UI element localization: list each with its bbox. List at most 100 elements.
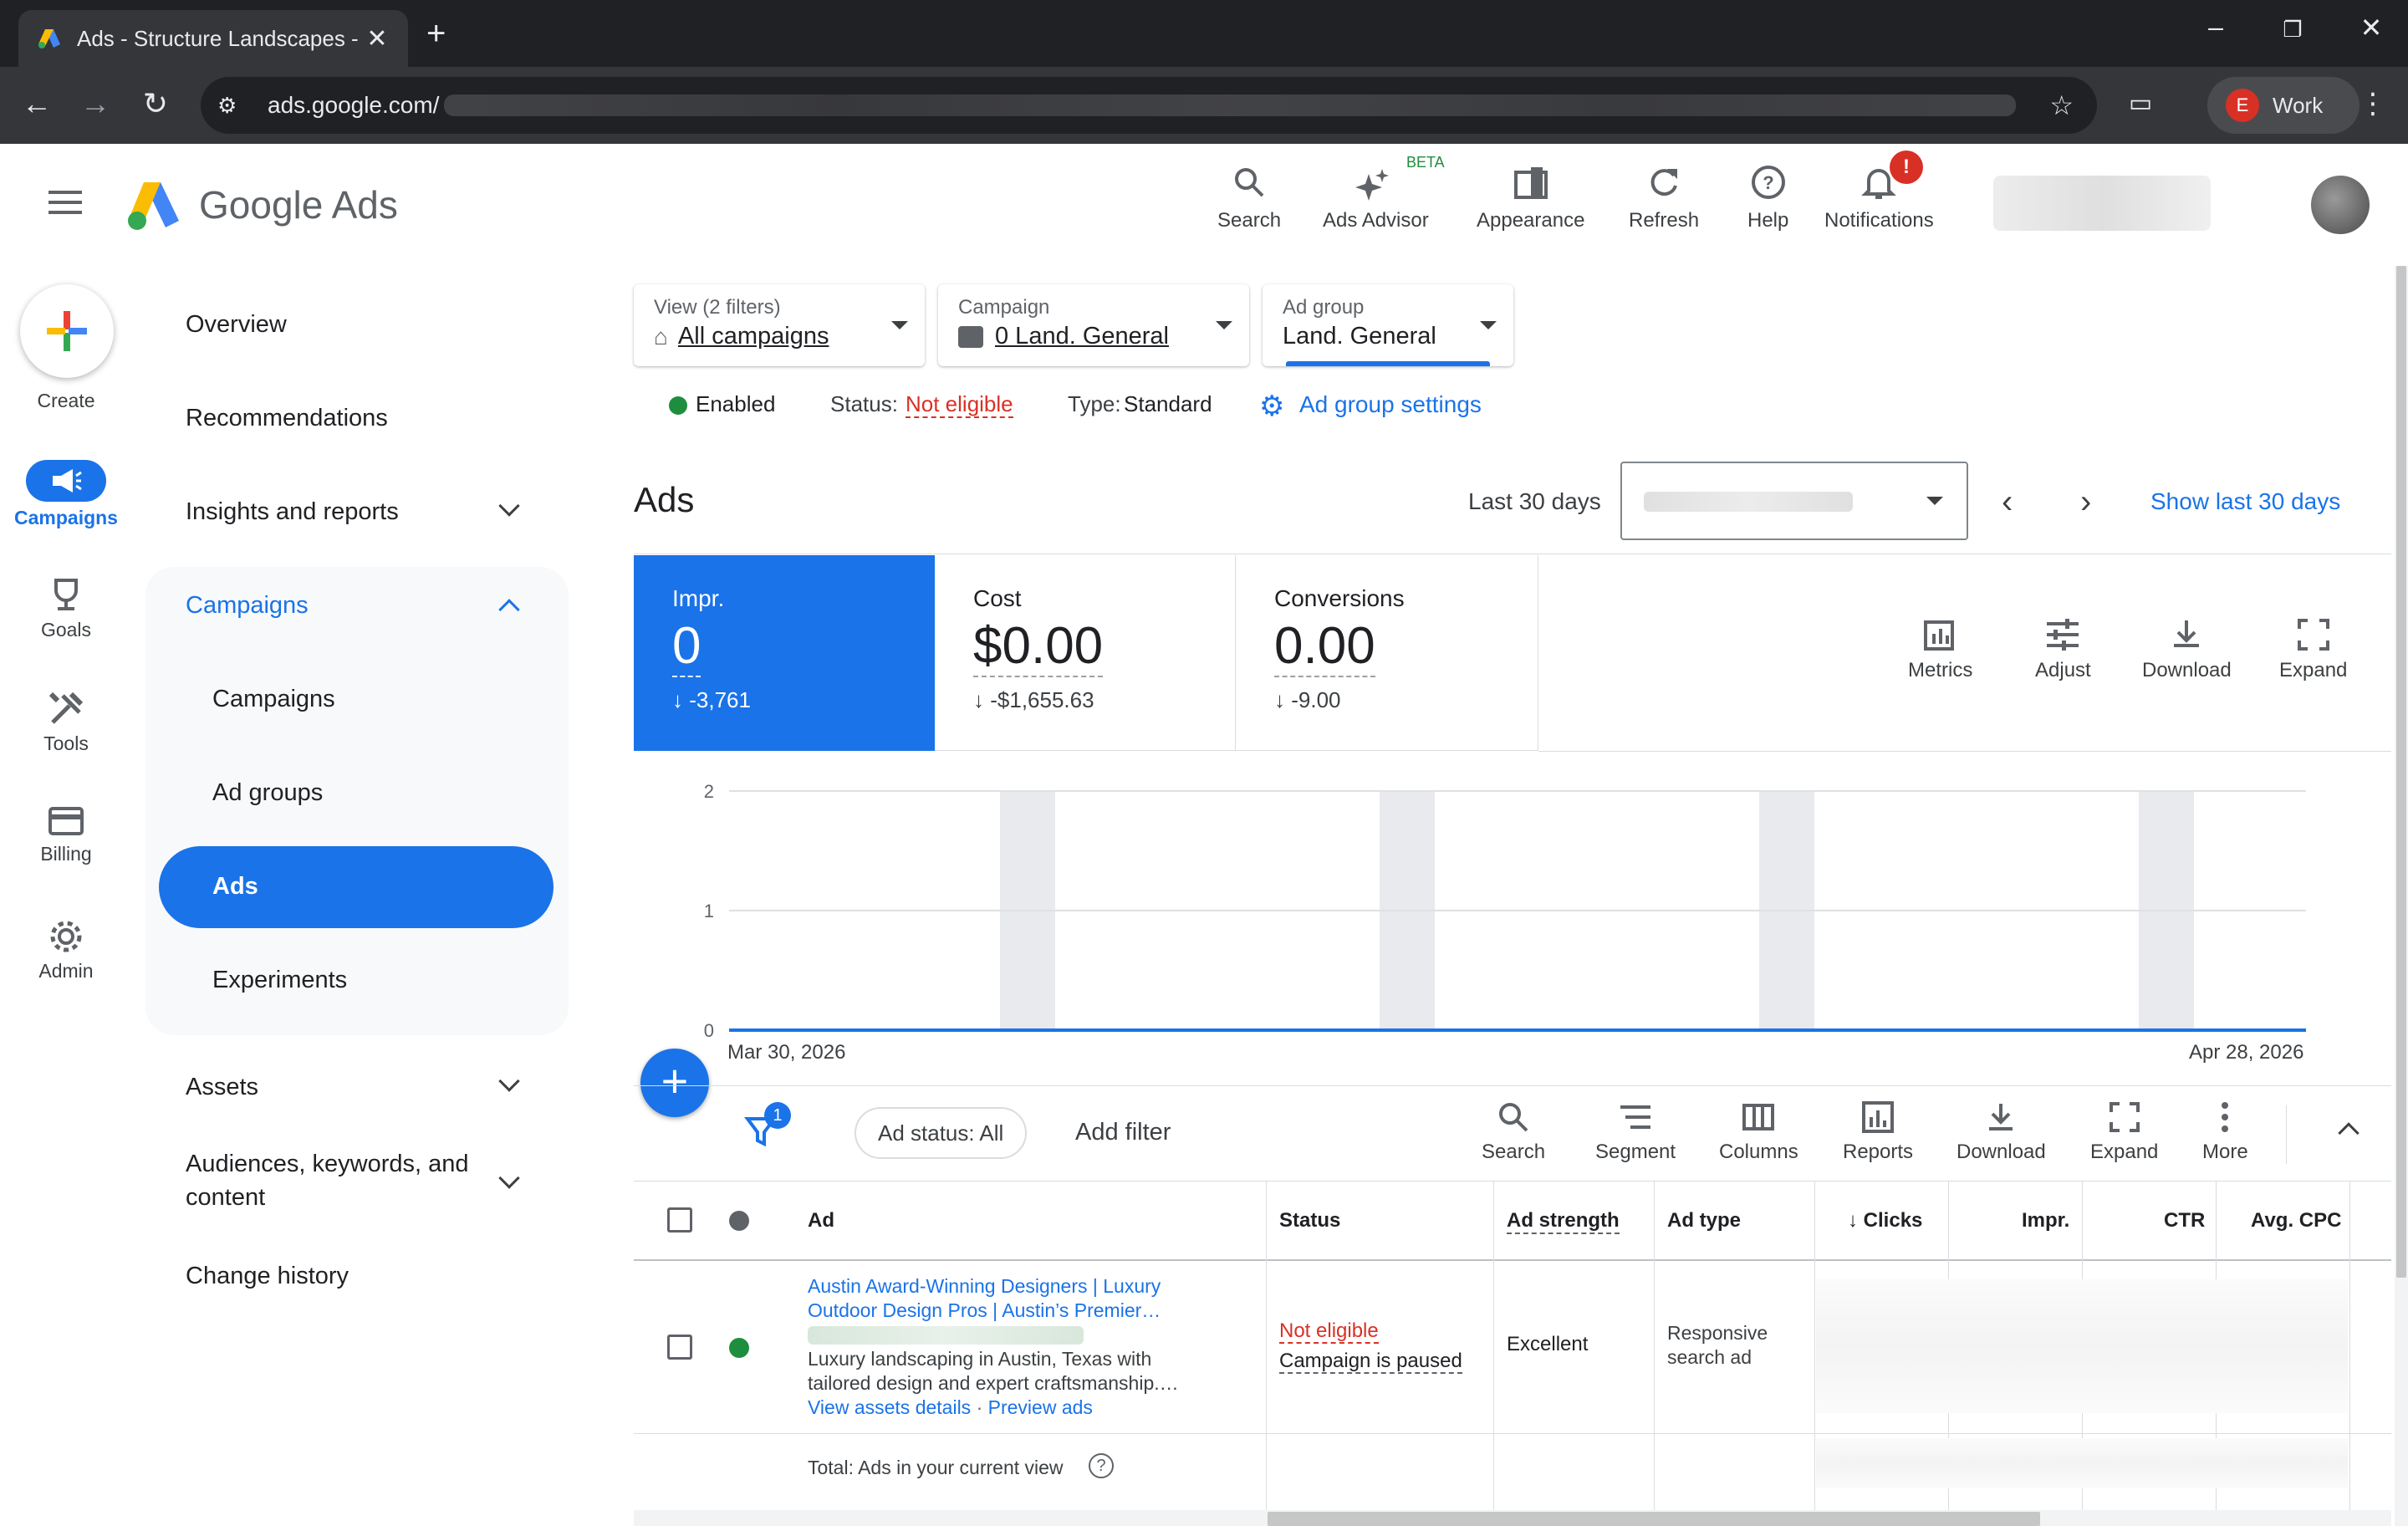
chevron-down-icon[interactable]	[498, 495, 520, 517]
status-value[interactable]: Not eligible	[906, 391, 1013, 418]
header-ad[interactable]: Ad	[808, 1209, 834, 1233]
ad-headline-line2[interactable]: Outdoor Design Pros | Austin’s Premier…	[808, 1299, 1179, 1323]
google-ads-favicon-icon	[38, 29, 60, 48]
select-all-checkbox[interactable]	[667, 1207, 692, 1233]
back-icon[interactable]: ←	[17, 84, 57, 124]
address-bar[interactable]: ⚙ ads.google.com/ ☆	[201, 77, 2097, 134]
profile-button[interactable]: E Work	[2207, 77, 2360, 134]
chart-expand-button[interactable]: Expand	[2279, 617, 2347, 682]
rail-goals[interactable]: Goals	[0, 577, 132, 641]
rail-admin[interactable]: Admin	[0, 918, 132, 982]
nav-ads[interactable]: Ads	[212, 873, 258, 901]
tab-close-icon[interactable]: ✕	[365, 24, 390, 54]
chart-y-tick-label: 1	[704, 901, 714, 921]
row-checkbox[interactable]	[667, 1335, 692, 1360]
appearance-label: Appearance	[1477, 209, 1585, 232]
scorecard-conversions[interactable]: Conversions 0.00 ↓ -9.00	[1236, 555, 1538, 751]
view-label: View (2 filters)	[654, 296, 781, 319]
chevron-down-icon[interactable]	[498, 1167, 520, 1189]
rail-billing[interactable]: Billing	[0, 804, 132, 865]
total-help-icon[interactable]: ?	[1089, 1453, 1114, 1478]
browser-menu-icon[interactable]: ⋮	[2353, 84, 2393, 124]
show-last-30-days-link[interactable]: Show last 30 days	[2150, 488, 2340, 515]
header-avg-cpc[interactable]: Avg. CPC	[2251, 1209, 2341, 1233]
nav-campaigns-section[interactable]: Campaigns	[186, 592, 309, 620]
collapse-chevron-icon[interactable]	[2338, 1122, 2360, 1144]
refresh-button[interactable]: Refresh	[1629, 157, 1699, 232]
adgroup-label: Ad group	[1283, 296, 1365, 319]
menu-icon[interactable]	[48, 191, 82, 221]
next-period-icon[interactable]: ›	[2080, 483, 2091, 521]
vertical-scrollbar-thumb[interactable]	[2396, 266, 2406, 1278]
nav-recommendations[interactable]: Recommendations	[186, 405, 388, 432]
chart-metrics-button[interactable]: Metrics	[1908, 617, 1972, 682]
table-expand-button[interactable]: Expand	[2090, 1100, 2158, 1164]
nav-campaigns[interactable]: Campaigns	[212, 686, 335, 713]
account-avatar[interactable]	[2311, 176, 2370, 234]
appearance-button[interactable]: Appearance	[1477, 157, 1584, 232]
cast-icon[interactable]: ▭	[2120, 84, 2161, 124]
nav-audiences-cont[interactable]: content	[186, 1184, 265, 1212]
nav-change-history[interactable]: Change history	[186, 1263, 349, 1290]
adgroup-active-indicator	[1286, 361, 1490, 366]
reports-button[interactable]: Reports	[1843, 1100, 1913, 1164]
ad-status-filter-chip[interactable]: Ad status: All	[855, 1107, 1028, 1159]
rail-campaigns[interactable]: Campaigns	[0, 460, 132, 529]
table-download-button[interactable]: Download	[1956, 1100, 2046, 1164]
preview-ads-link[interactable]: Preview ads	[988, 1396, 1093, 1418]
rail-tools[interactable]: Tools	[0, 691, 132, 755]
row-status-campaign-paused[interactable]: Campaign is paused	[1279, 1350, 1462, 1374]
view-selector[interactable]: View (2 filters) ⌂ All campaigns	[634, 284, 925, 366]
scorecard-impressions[interactable]: Impr. 0 ↓ -3,761	[634, 555, 935, 751]
segment-button[interactable]: Segment	[1595, 1100, 1676, 1164]
restore-icon[interactable]: ❐	[2276, 17, 2309, 43]
new-tab-icon[interactable]: +	[426, 13, 446, 54]
header-ad-strength[interactable]: Ad strength	[1507, 1209, 1620, 1234]
window-close-icon[interactable]: ✕	[2354, 12, 2388, 43]
scorecard-impressions-value: 0	[672, 617, 701, 677]
columns-button[interactable]: Columns	[1719, 1100, 1798, 1164]
metrics-icon	[1923, 620, 1954, 651]
nav-overview[interactable]: Overview	[186, 311, 287, 339]
prev-period-icon[interactable]: ‹	[2002, 483, 2013, 521]
more-button[interactable]: More	[2202, 1100, 2248, 1164]
header-ctr[interactable]: CTR	[2164, 1209, 2205, 1233]
row-status-not-eligible[interactable]: Not eligible	[1279, 1319, 1379, 1344]
nav-insights-reports[interactable]: Insights and reports	[186, 498, 399, 526]
forward-icon[interactable]: →	[75, 84, 115, 124]
date-range-picker[interactable]	[1620, 462, 1968, 540]
add-filter-button[interactable]: Add filter	[1075, 1119, 1171, 1146]
url-redacted	[444, 94, 2017, 116]
header-ad-type[interactable]: Ad type	[1667, 1209, 1741, 1233]
nav-ad-groups[interactable]: Ad groups	[212, 779, 323, 807]
adgroup-selector[interactable]: Ad group Land. General	[1263, 284, 1513, 366]
header-status[interactable]: Status	[1279, 1209, 1340, 1233]
add-ad-fab[interactable]: +	[640, 1049, 709, 1117]
account-info-redacted[interactable]	[1993, 176, 2211, 231]
create-button[interactable]	[20, 284, 114, 378]
ad-headline-line1[interactable]: Austin Award-Winning Designers | Luxury	[808, 1274, 1179, 1299]
campaign-selector[interactable]: Campaign 0 Land. General	[938, 284, 1249, 366]
header-impr[interactable]: Impr.	[2022, 1209, 2069, 1233]
site-info-icon[interactable]: ⚙	[217, 93, 247, 119]
ads-advisor-label: Ads Advisor	[1323, 209, 1429, 232]
chevron-down-icon[interactable]	[498, 1070, 520, 1092]
header-search-button[interactable]: Search	[1217, 157, 1281, 232]
bookmark-star-icon[interactable]: ☆	[2049, 89, 2074, 121]
table-search-button[interactable]: Search	[1482, 1100, 1545, 1164]
header-clicks[interactable]: ↓ Clicks	[1848, 1209, 1922, 1233]
nav-audiences[interactable]: Audiences, keywords, and	[186, 1151, 469, 1178]
chart-download-button[interactable]: Download	[2142, 617, 2232, 682]
horizontal-scrollbar-thumb[interactable]	[1268, 1512, 2040, 1526]
browser-tab[interactable]: Ads - Structure Landscapes - Go ✕	[18, 10, 408, 67]
minimize-icon[interactable]: –	[2199, 12, 2232, 43]
nav-assets[interactable]: Assets	[186, 1074, 258, 1101]
help-button[interactable]: ? Help	[1747, 157, 1788, 232]
ad-group-settings-link[interactable]: Ad group settings	[1299, 391, 1482, 418]
reload-icon[interactable]: ↻	[135, 84, 176, 124]
scorecard-cost[interactable]: Cost $0.00 ↓ -$1,655.63	[935, 555, 1236, 751]
settings-gear-icon[interactable]: ⚙	[1259, 390, 1284, 423]
view-assets-link[interactable]: View assets details	[808, 1396, 971, 1418]
nav-experiments[interactable]: Experiments	[212, 967, 347, 994]
chart-adjust-button[interactable]: Adjust	[2035, 617, 2091, 682]
